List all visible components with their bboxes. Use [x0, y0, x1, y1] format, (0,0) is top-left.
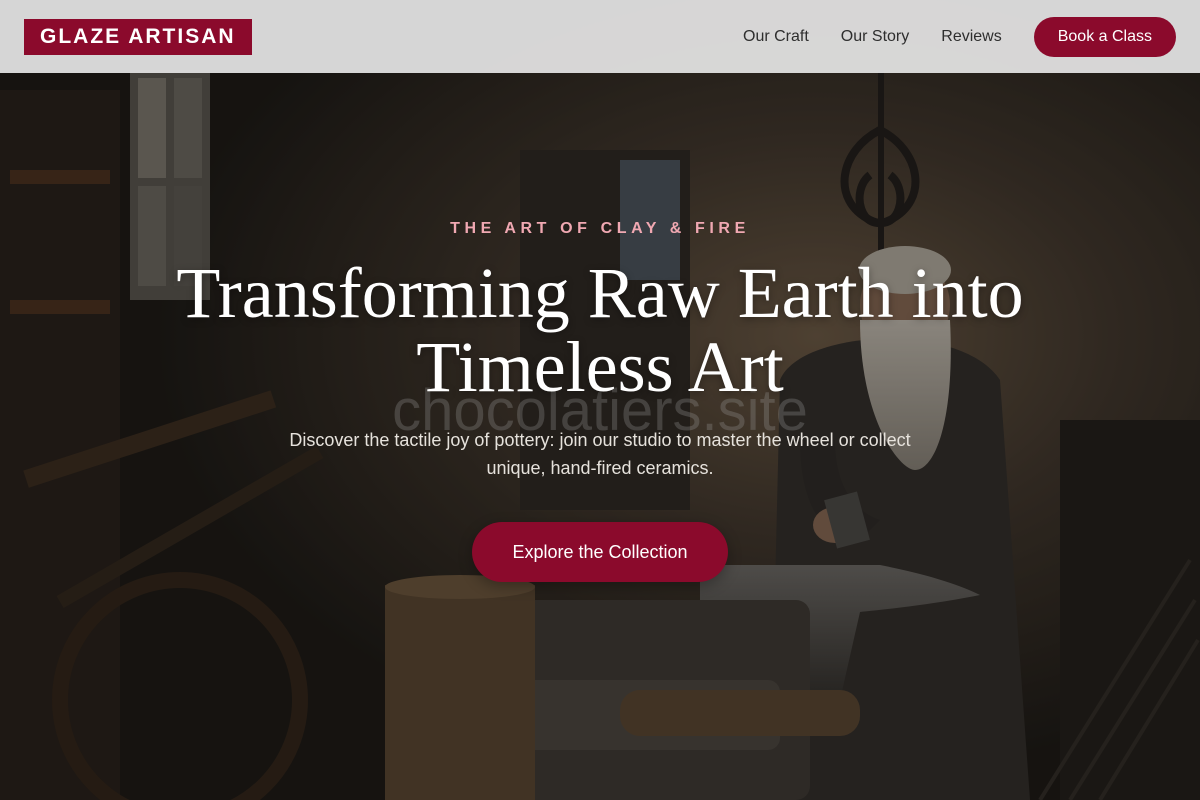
explore-collection-button[interactable]: Explore the Collection	[472, 522, 728, 582]
hero-headline-line-2: Timeless Art	[416, 327, 784, 407]
hero-description: Discover the tactile joy of pottery: joi…	[280, 426, 920, 482]
hero-headline-line-1: Transforming Raw Earth into	[176, 253, 1024, 333]
book-a-class-button[interactable]: Book a Class	[1033, 16, 1176, 57]
hero-description-line-1: Discover the tactile joy of pottery: joi…	[289, 430, 911, 450]
site-header: GLAZE ARTISAN Our Craft Our Story Review…	[0, 0, 1200, 73]
hero-eyebrow: THE ART OF CLAY & FIRE	[450, 220, 750, 237]
hero-headline: Transforming Raw Earth into Timeless Art	[100, 256, 1100, 404]
brand-logo[interactable]: GLAZE ARTISAN	[24, 18, 252, 55]
hero-description-line-2: unique, hand-fired ceramics.	[486, 458, 714, 478]
page: GLAZE ARTISAN Our Craft Our Story Review…	[0, 0, 1200, 800]
nav-link-our-story[interactable]: Our Story	[841, 28, 909, 46]
hero-section: THE ART OF CLAY & FIRE chocolatiers.site…	[0, 0, 1200, 800]
nav-link-reviews[interactable]: Reviews	[941, 28, 1001, 46]
main-nav: Our Craft Our Story Reviews Book a Class	[711, 16, 1176, 57]
nav-link-our-craft[interactable]: Our Craft	[743, 28, 809, 46]
